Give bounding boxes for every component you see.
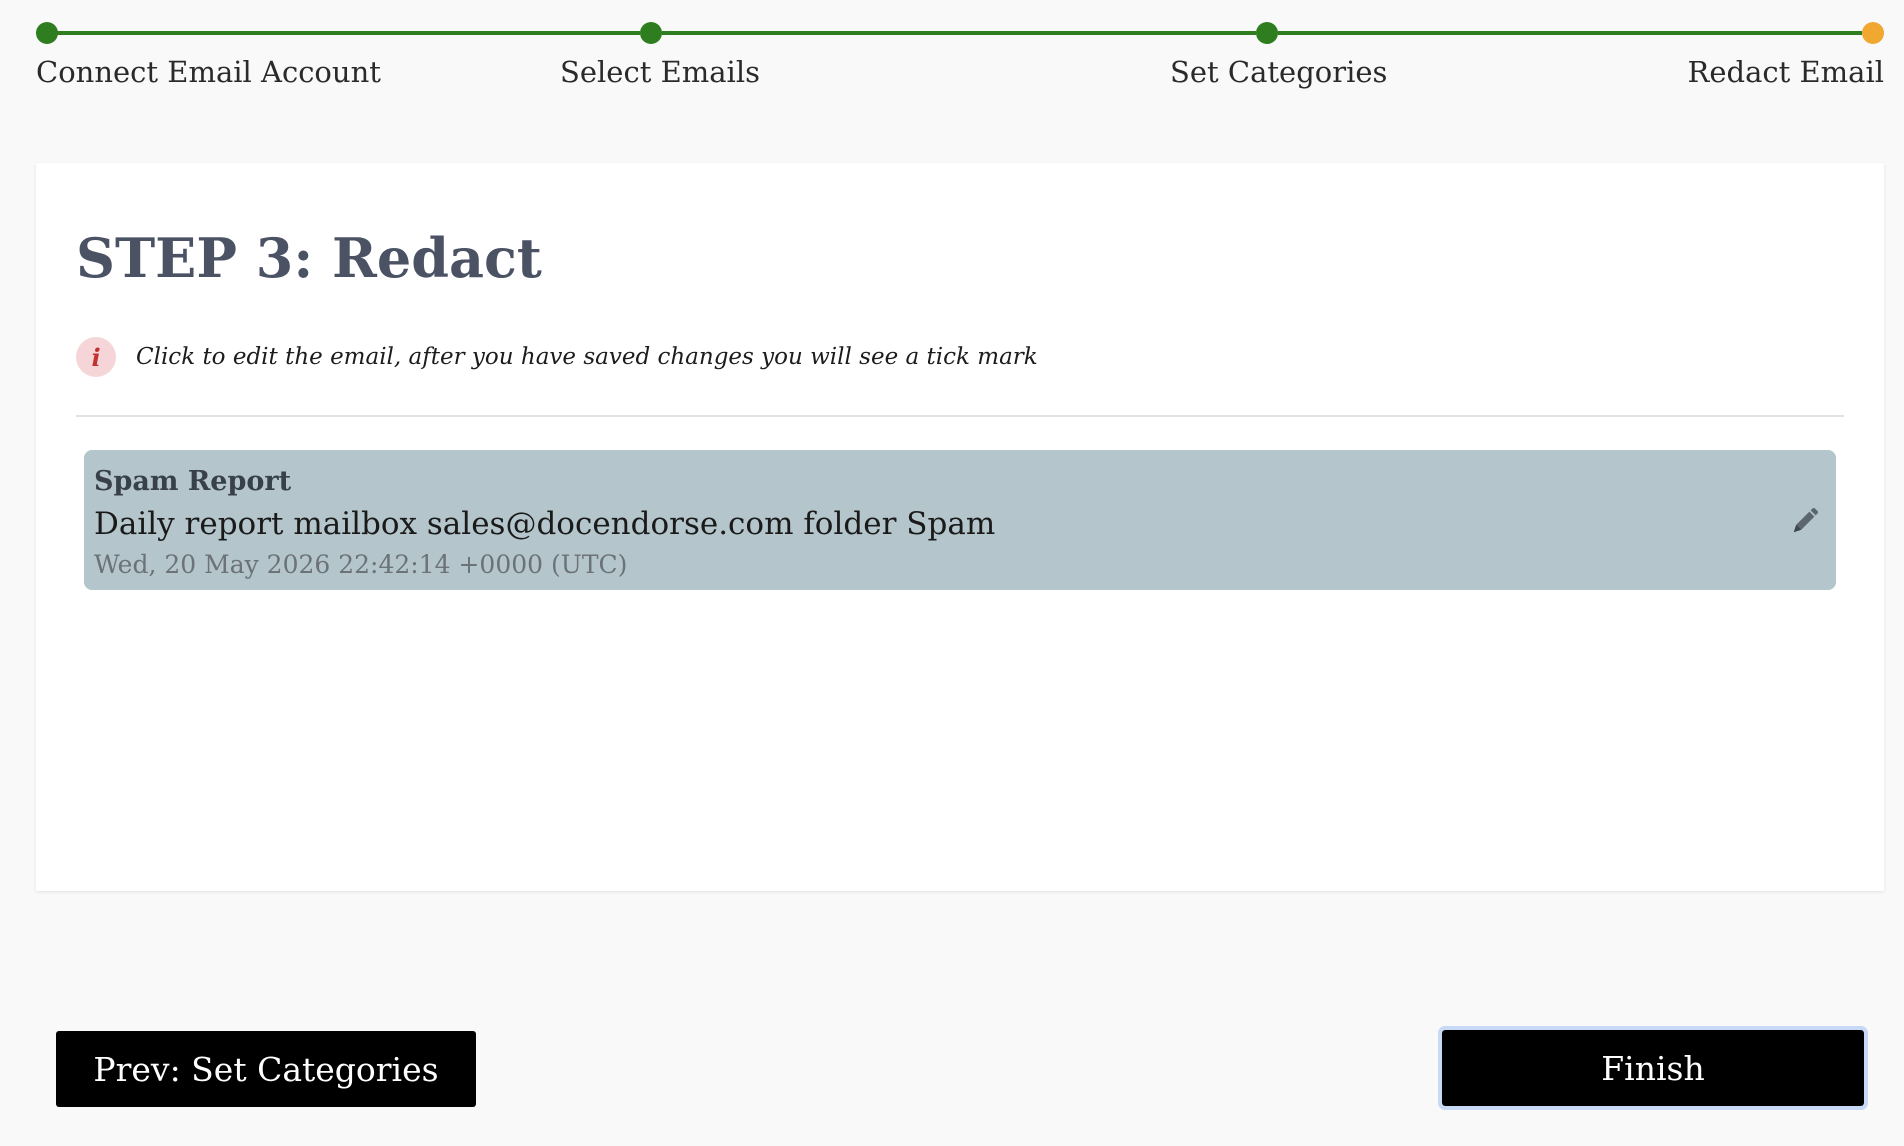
info-icon: i xyxy=(76,337,116,377)
step-label-connect-email-account: Connect Email Account xyxy=(36,55,381,89)
info-hint: i Click to edit the email, after you hav… xyxy=(76,337,1038,377)
step-dot-redact-email xyxy=(1862,22,1884,44)
divider xyxy=(76,415,1844,417)
finish-button[interactable]: Finish xyxy=(1438,1026,1868,1110)
redact-card: STEP 3: Redact i Click to edit the email… xyxy=(36,163,1884,891)
page-title: STEP 3: Redact xyxy=(76,226,542,290)
email-snippet: Daily report mailbox sales@docendorse.co… xyxy=(94,506,996,542)
step-connector-2 xyxy=(662,31,1256,35)
progress-stepper: Connect Email Account Select Emails Set … xyxy=(0,0,1904,110)
pen-icon[interactable] xyxy=(1788,504,1822,538)
step-label-set-categories: Set Categories xyxy=(1170,55,1388,89)
info-text: Click to edit the email, after you have … xyxy=(136,344,1038,370)
step-label-select-emails: Select Emails xyxy=(560,55,760,89)
email-list-item[interactable]: Spam Report Daily report mailbox sales@d… xyxy=(84,450,1836,590)
step-dot-connect-email-account xyxy=(36,22,58,44)
email-subject: Spam Report xyxy=(94,466,292,497)
step-label-redact-email: Redact Email xyxy=(1687,55,1884,89)
prev-set-categories-button[interactable]: Prev: Set Categories xyxy=(56,1031,476,1107)
step-connector-1 xyxy=(56,31,640,35)
step-dot-select-emails xyxy=(640,22,662,44)
step-dot-set-categories xyxy=(1256,22,1278,44)
email-date: Wed, 20 May 2026 22:42:14 +0000 (UTC) xyxy=(94,550,628,579)
step-connector-3 xyxy=(1278,31,1862,35)
